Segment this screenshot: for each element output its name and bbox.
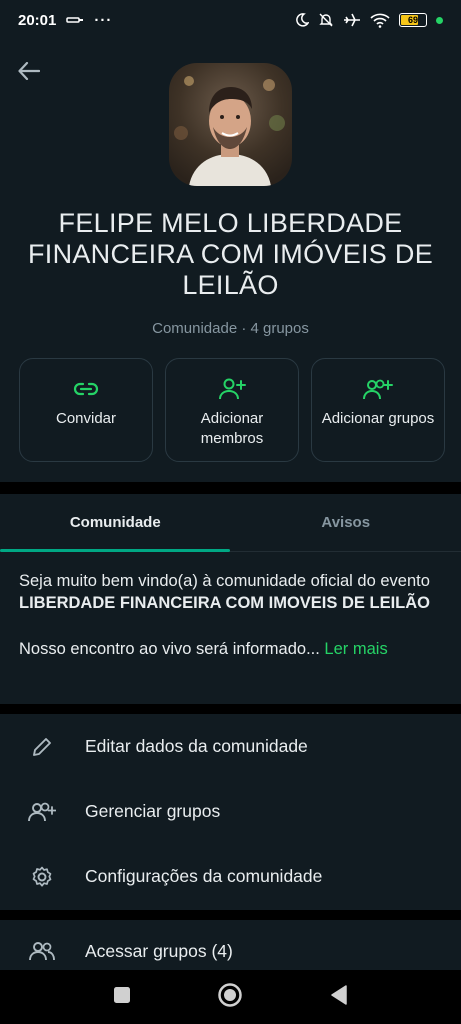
avatar-photo: [169, 63, 292, 186]
privacy-indicator-dot: [436, 16, 443, 24]
description-preview: Nosso encontro ao vivo será informado...…: [0, 614, 461, 660]
community-settings-label: Configurações da comunidade: [85, 866, 323, 886]
bell-off-icon: [319, 13, 333, 27]
access-groups-label: Acessar grupos (4): [85, 940, 233, 961]
battery-level: 69: [407, 15, 418, 25]
airplane-icon: [344, 13, 360, 27]
triangle-back-icon: [331, 984, 347, 1005]
invite-button[interactable]: Convidar: [19, 358, 153, 462]
community-meta: Comunidade · 4 grupos: [152, 320, 309, 337]
tab-community[interactable]: Comunidade: [0, 494, 231, 551]
access-groups-item[interactable]: Acessar grupos (4): [0, 920, 461, 970]
community-settings-item[interactable]: Configurações da comunidade: [0, 844, 461, 909]
back-button[interactable]: [14, 56, 44, 86]
community-name: FELIPE MELO LIBERDADE FINANCEIRA COM IMÓ…: [27, 208, 434, 300]
status-bar: 20:01 ··· 69: [0, 0, 461, 40]
community-header: FELIPE MELO LIBERDADE FINANCEIRA COM IMÓ…: [0, 40, 461, 482]
manage-groups-item[interactable]: Gerenciar grupos: [0, 779, 461, 844]
manage-groups-label: Gerenciar grupos: [85, 801, 221, 821]
description-line-2: Nosso encontro ao vivo será informado...: [19, 640, 320, 658]
tab-bar: Comunidade Avisos: [0, 494, 461, 552]
home-circle-icon: [218, 982, 243, 1007]
usb-icon: [66, 17, 84, 23]
action-buttons: Convidar Adicionar membros Adicionar gru…: [19, 358, 445, 462]
read-more-link[interactable]: Ler mais: [324, 640, 387, 658]
groups-menu: Acessar grupos (4): [0, 920, 461, 970]
link-icon: [73, 382, 99, 396]
manage-groups-icon: [28, 801, 56, 823]
invite-label: Convidar: [55, 410, 117, 427]
square-icon: [114, 986, 131, 1003]
status-time: 20:01: [18, 11, 57, 29]
recents-button[interactable]: [113, 986, 131, 1009]
back-nav-button[interactable]: [330, 984, 348, 1010]
wifi-icon: [370, 13, 390, 28]
community-description: Seja muito bem vindo(a) à comunidade ofi…: [0, 552, 461, 614]
tab-announcements[interactable]: Avisos: [231, 494, 461, 551]
edit-community-label: Editar dados da comunidade: [85, 736, 308, 756]
description-text: Seja muito bem vindo(a) à comunidade ofi…: [19, 572, 430, 590]
pencil-icon: [28, 736, 56, 758]
battery-icon: 69: [399, 13, 427, 27]
more-notifications-icon: ···: [94, 11, 113, 29]
add-members-label: Adicionar membros: [200, 410, 264, 447]
gear-icon: [28, 865, 56, 889]
moon-icon: [296, 13, 309, 27]
add-groups-label: Adicionar grupos: [321, 410, 435, 427]
add-person-icon: [219, 378, 246, 400]
add-groups-button[interactable]: Adicionar grupos: [311, 358, 445, 462]
tabs-section: Comunidade Avisos Seja muito bem vindo(a…: [0, 494, 461, 704]
description-bold-text: LIBERDADE FINANCEIRA COM IMOVEIS DE LEIL…: [19, 594, 430, 612]
community-menu: Editar dados da comunidade Gerenciar gru…: [0, 714, 461, 910]
community-avatar[interactable]: [169, 63, 292, 186]
add-members-button[interactable]: Adicionar membros: [165, 358, 299, 462]
arrow-left-icon: [18, 62, 40, 80]
home-button[interactable]: [217, 982, 243, 1013]
edit-community-item[interactable]: Editar dados da comunidade: [0, 714, 461, 779]
active-tab-indicator: [0, 549, 230, 552]
groups-icon: [28, 940, 56, 962]
add-group-icon: [363, 379, 393, 400]
system-nav-bar: [0, 970, 461, 1024]
